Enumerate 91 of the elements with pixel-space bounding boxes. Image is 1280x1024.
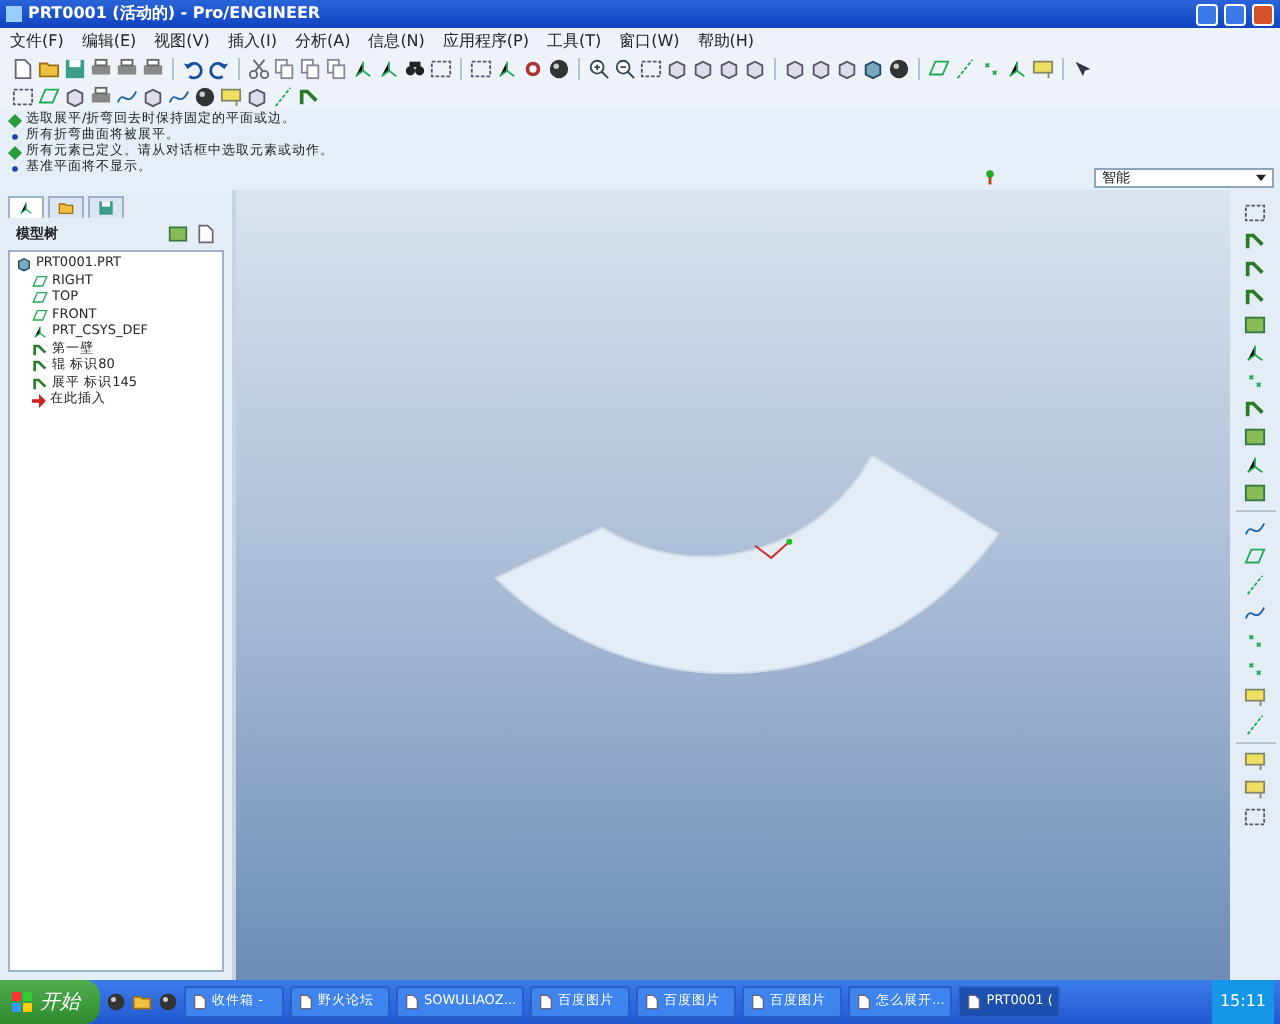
document-icon: [750, 994, 767, 1010]
dashed-frame-icon[interactable]: [1244, 202, 1266, 224]
coordinate-system-icon[interactable]: [1006, 57, 1028, 79]
curve-icon[interactable]: [1244, 602, 1266, 624]
bullet-icon: [8, 161, 22, 175]
curve-icon[interactable]: [168, 85, 190, 107]
printer-icon[interactable]: [90, 57, 112, 79]
menu-item[interactable]: 插入(I): [227, 29, 277, 53]
document-icon: [538, 994, 555, 1010]
note-icon[interactable]: [1244, 778, 1266, 800]
coordinate-system-icon[interactable]: [352, 57, 374, 79]
coordinate-system-icon: [18, 200, 34, 216]
save-icon[interactable]: [64, 57, 86, 79]
datum-axis-icon[interactable]: [954, 57, 976, 79]
folder-icon: [58, 200, 74, 216]
binoculars-icon[interactable]: [404, 57, 426, 79]
document-icon: [404, 994, 420, 1010]
note-icon[interactable]: [1244, 686, 1266, 708]
bullet-icon: [8, 129, 22, 143]
cut-icon[interactable]: [248, 57, 270, 79]
prompt-diamond-icon: [8, 145, 22, 159]
menu-item[interactable]: 分析(A): [294, 29, 351, 53]
curve-icon[interactable]: [116, 85, 138, 107]
menu-item[interactable]: 窗口(W): [619, 29, 680, 53]
close-button[interactable]: [1252, 3, 1274, 25]
windows-flag-icon: [12, 992, 32, 1012]
sheet-wall-icon[interactable]: [1244, 286, 1266, 308]
navigator-tab[interactable]: [8, 196, 44, 218]
app-icon: [6, 6, 22, 22]
note-icon[interactable]: [1244, 750, 1266, 772]
document-icon: [856, 994, 873, 1010]
document-icon: [298, 994, 314, 1010]
zoom-in-icon[interactable]: [588, 57, 610, 79]
clock: 15:11: [1219, 990, 1266, 1014]
sheet-wall-icon[interactable]: [1244, 230, 1266, 252]
copy-icon[interactable]: [274, 57, 296, 79]
printer-icon[interactable]: [142, 57, 164, 79]
dashed-frame-icon[interactable]: [470, 57, 492, 79]
caret-icon: [1256, 174, 1266, 182]
dashed-frame-icon[interactable]: [640, 57, 662, 79]
document-icon: [966, 994, 983, 1010]
menu-item[interactable]: 视图(V): [154, 29, 210, 53]
quick-launch-icon[interactable]: [158, 992, 178, 1012]
dashed-frame-icon[interactable]: [1244, 806, 1266, 828]
zoom-out-icon[interactable]: [614, 57, 636, 79]
navigator-tab[interactable]: [88, 196, 124, 218]
dashed-frame-icon[interactable]: [12, 85, 34, 107]
arrow-icon: [32, 393, 46, 408]
undo-icon[interactable]: [182, 57, 204, 79]
window-title: PRT0001 (活动的) - Pro/ENGINEER: [28, 2, 321, 26]
sphere-icon[interactable]: [548, 57, 570, 79]
sheet-wall-icon[interactable]: [1244, 258, 1266, 280]
coordinate-system-icon[interactable]: [1244, 342, 1266, 364]
datum-point-icon[interactable]: [1244, 658, 1266, 680]
menu-item[interactable]: 编辑(E): [81, 29, 137, 53]
curve-icon[interactable]: [1244, 518, 1266, 540]
feature-icon[interactable]: [1244, 314, 1266, 336]
sphere-icon[interactable]: [194, 85, 216, 107]
feature-icon[interactable]: [1244, 426, 1266, 448]
datum-point-icon[interactable]: [1244, 630, 1266, 652]
datum-plane-icon[interactable]: [928, 57, 950, 79]
restore-button[interactable]: [1224, 3, 1246, 25]
document-icon: [192, 994, 208, 1010]
save-icon: [98, 200, 114, 216]
datum-plane-icon[interactable]: [38, 85, 60, 107]
copy-icon[interactable]: [300, 57, 322, 79]
menu-item[interactable]: 应用程序(P): [442, 29, 529, 53]
menu-item[interactable]: 信息(N): [368, 29, 425, 53]
coordinate-system-icon[interactable]: [378, 57, 400, 79]
dashed-frame-icon[interactable]: [430, 57, 452, 79]
coordinate-system-icon: [32, 324, 48, 341]
shaded-cube-icon: [16, 256, 32, 273]
feature-icon[interactable]: [1244, 482, 1266, 504]
printer-icon[interactable]: [116, 57, 138, 79]
redo-icon[interactable]: [208, 57, 230, 79]
menu-item[interactable]: 帮助(H): [697, 29, 755, 53]
sheet-wall-icon[interactable]: [298, 85, 320, 107]
printer-icon[interactable]: [90, 85, 112, 107]
quick-launch-icon[interactable]: [106, 992, 126, 1012]
minimize-button[interactable]: [1196, 3, 1218, 25]
menu-item[interactable]: 文件(F): [10, 29, 64, 53]
sphere-icon[interactable]: [888, 57, 910, 79]
navigator-tab[interactable]: [48, 196, 84, 218]
sheet-wall-icon[interactable]: [1244, 398, 1266, 420]
datum-plane-icon[interactable]: [1244, 546, 1266, 568]
document-icon: [644, 994, 661, 1010]
coordinate-system-icon[interactable]: [496, 57, 518, 79]
coordinate-system-icon[interactable]: [1244, 454, 1266, 476]
ring-icon[interactable]: [522, 57, 544, 79]
coordinate-axes-icon: [754, 538, 793, 560]
menu-item[interactable]: 工具(T): [547, 29, 602, 53]
